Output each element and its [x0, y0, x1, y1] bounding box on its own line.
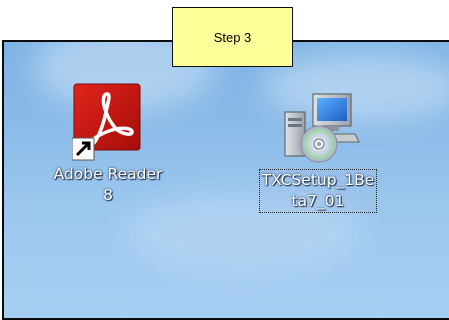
- installer-setup-icon: [284, 93, 360, 163]
- txcsetup-label: TXCSetup_1Be ta7_01: [258, 169, 378, 213]
- adobe-reader-label: Adobe Reader 8: [53, 165, 163, 204]
- desktop-icon-txcsetup[interactable]: TXCSetup_1Be ta7_01: [210, 84, 426, 213]
- desktop-icon-adobe-reader[interactable]: Adobe Reader 8: [10, 82, 206, 206]
- step-callout-text: Step 3: [213, 29, 252, 45]
- step-callout: Step 3: [172, 7, 293, 67]
- adobe-reader-pdf-icon: [72, 83, 141, 161]
- shortcut-arrow-icon: [72, 137, 95, 161]
